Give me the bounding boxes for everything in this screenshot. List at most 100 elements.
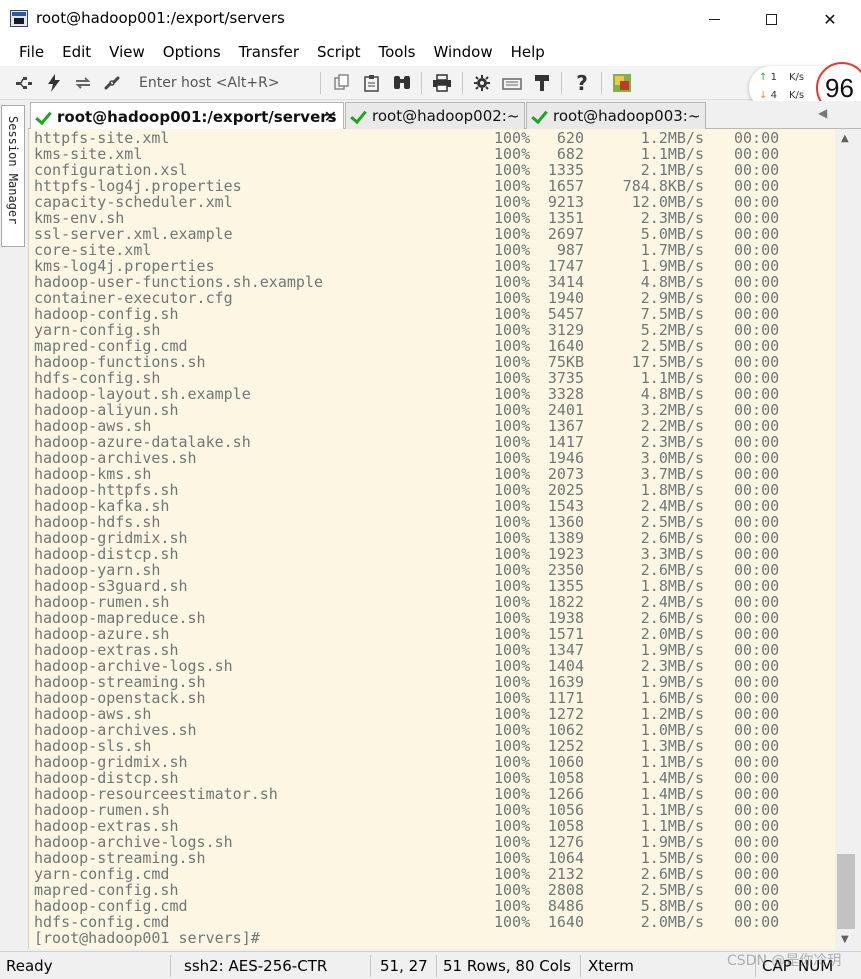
transfer-percent: 100%: [494, 865, 531, 883]
transfer-time: 00:00: [734, 609, 780, 627]
transfer-time: 00:00: [734, 305, 780, 323]
minimize-button[interactable]: [685, 0, 743, 38]
session-manager-tab[interactable]: Session Manager: [1, 105, 25, 247]
transfer-rate: 1.4MB/s: [640, 769, 704, 787]
terminal-line: hadoop-archive-logs.sh 100% 1404 2.3MB/s 00:…: [34, 658, 779, 674]
transfer-rate: 1.3MB/s: [640, 737, 704, 755]
file-name: hadoop-archives.sh: [34, 449, 197, 467]
scroll-down-icon[interactable]: ▼: [841, 934, 849, 945]
keymap-icon[interactable]: [502, 74, 522, 92]
transfer-time: 00:00: [734, 321, 780, 339]
host-input[interactable]: [133, 72, 313, 94]
tab-hadoop002[interactable]: root@hadoop002:~: [345, 102, 525, 129]
menu-window[interactable]: Window: [424, 43, 501, 61]
sessions-icon[interactable]: [612, 74, 632, 92]
transfer-rate: 3.0MB/s: [640, 449, 704, 467]
file-size: 1056: [547, 801, 584, 819]
disconnect-icon[interactable]: [102, 74, 122, 92]
close-button[interactable]: ✕: [801, 0, 859, 38]
connected-check-icon: [35, 110, 51, 124]
file-name: hadoop-functions.sh: [34, 353, 206, 371]
file-size: 1064: [547, 849, 584, 867]
transfer-rate: 2.0MB/s: [640, 625, 704, 643]
terminal-line: hadoop-functions.sh 100% 75KB 17.5MB/s 00:00: [34, 353, 779, 371]
menu-edit[interactable]: Edit: [53, 43, 100, 61]
file-size: 3735: [547, 369, 584, 387]
terminal-line: hadoop-kafka.sh 100% 1543 2.4MB/s 00:00: [34, 498, 779, 514]
menu-transfer[interactable]: Transfer: [230, 43, 308, 61]
transfer-percent: 100%: [494, 881, 531, 899]
maximize-button[interactable]: [742, 0, 800, 38]
transfer-time: 00:00: [734, 577, 780, 595]
tab-hadoop001[interactable]: root@hadoop001:/export/servers ✕: [30, 102, 344, 130]
transfer-time: 00:00: [734, 193, 780, 211]
file-name: hadoop-azure.sh: [34, 625, 170, 643]
transfer-rate: 5.2MB/s: [640, 321, 704, 339]
transfer-percent: 100%: [494, 673, 531, 691]
transfer-percent: 100%: [494, 449, 531, 467]
file-name: hadoop-rumen.sh: [34, 801, 170, 819]
file-name: hadoop-extras.sh: [34, 641, 179, 659]
file-size: 2073: [547, 465, 584, 483]
transfer-rate: 2.4MB/s: [640, 497, 704, 515]
menu-script[interactable]: Script: [308, 43, 370, 61]
transfer-time: 00:00: [734, 465, 780, 483]
settings-icon[interactable]: [472, 74, 492, 92]
transfer-rate: 1.7MB/s: [640, 241, 704, 259]
transfer-rate: 1.9MB/s: [640, 257, 704, 275]
file-size: 1657: [547, 177, 584, 195]
terminal-scrollbar[interactable]: ▲ ▼: [835, 129, 861, 949]
transfer-time: 00:00: [734, 721, 780, 739]
arrow-up-icon: ↑: [759, 72, 768, 83]
file-size: 1335: [547, 161, 584, 179]
transfer-percent: 100%: [494, 753, 531, 771]
menu-options[interactable]: Options: [154, 43, 230, 61]
tab-close-icon[interactable]: ✕: [324, 107, 337, 126]
transfer-percent: 100%: [494, 129, 531, 147]
terminal-line: ssl-server.xml.example 100% 2697 5.0MB/s 00:…: [34, 226, 779, 242]
quick-connect-icon[interactable]: [44, 74, 64, 92]
scroll-up-icon[interactable]: ▲: [841, 133, 849, 144]
help-icon[interactable]: ?: [572, 71, 592, 95]
transfer-percent: 100%: [494, 641, 531, 659]
transfer-percent: 100%: [494, 401, 531, 419]
terminal-line: hadoop-azure.sh 100% 1571 2.0MB/s 00:00: [34, 625, 779, 643]
find-icon[interactable]: [392, 74, 412, 92]
paste-icon[interactable]: [362, 74, 382, 92]
connect-icon[interactable]: [14, 74, 34, 92]
file-size: 1058: [547, 817, 584, 835]
transfer-rate: 2.6MB/s: [640, 865, 704, 883]
file-name: hdfs-config.sh: [34, 369, 161, 387]
print-icon[interactable]: [432, 74, 452, 92]
transfer-percent: 100%: [494, 721, 531, 739]
session-manager-label: Session Manager: [6, 116, 20, 225]
tab-scroll-left-icon[interactable]: ◀: [818, 106, 827, 120]
transfer-percent: 100%: [494, 241, 531, 259]
menu-file[interactable]: File: [10, 43, 53, 61]
copy-icon[interactable]: [332, 74, 352, 92]
tab-label: root@hadoop001:/export/servers: [57, 107, 337, 126]
transfer-percent: 100%: [494, 353, 531, 371]
file-size: 1351: [547, 209, 584, 227]
menu-tools[interactable]: Tools: [370, 43, 425, 61]
menu-view[interactable]: View: [100, 43, 154, 61]
file-name: yarn-config.sh: [34, 321, 161, 339]
terminal-line: hadoop-mapreduce.sh 100% 1938 2.6MB/s 00:00: [34, 610, 779, 626]
scrollbar-thumb[interactable]: [837, 854, 855, 929]
terminal-line: hadoop-kms.sh 100% 2073 3.7MB/s 00:00: [34, 466, 779, 482]
transfer-percent: 100%: [494, 289, 531, 307]
transfer-time: 00:00: [734, 209, 780, 227]
file-size: 1060: [547, 753, 584, 771]
tab-hadoop003[interactable]: root@hadoop003:~: [526, 102, 706, 129]
terminal-area[interactable]: httpfs-site.xml 100% 620 1.2MB/s 00:00 kms-si…: [28, 129, 835, 949]
transfer-percent: 100%: [494, 849, 531, 867]
menu-help[interactable]: Help: [502, 43, 554, 61]
transfer-time: 00:00: [734, 689, 780, 707]
transfer-time: 00:00: [734, 833, 780, 851]
sftp-icon[interactable]: [532, 74, 552, 92]
transfer-rate: 2.3MB/s: [640, 657, 704, 675]
transfer-rate: 2.0MB/s: [640, 913, 704, 931]
transfer-rate: 1.1MB/s: [640, 145, 704, 163]
file-size: 1266: [547, 785, 584, 803]
reconnect-icon[interactable]: [73, 74, 93, 92]
